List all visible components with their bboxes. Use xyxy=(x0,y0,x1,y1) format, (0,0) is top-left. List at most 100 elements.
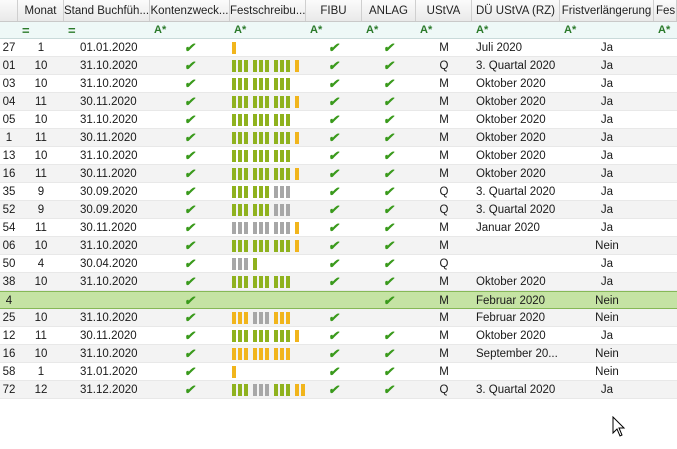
cell-due-ustva-text: Oktober 2020 xyxy=(476,132,546,144)
col-header-ustva[interactable]: UStVA xyxy=(416,0,472,21)
table-row[interactable]: 27 1 01.01.2020 ✔ ✔ ✔ M Juli 2020 Ja xyxy=(0,39,677,57)
filter-text-icon[interactable]: A* xyxy=(472,24,488,36)
table-row[interactable]: 25 10 31.10.2020 ✔ ✔ M Februar 2020 Nein xyxy=(0,309,677,327)
checkmark-icon: ✔ xyxy=(183,202,198,217)
table-row[interactable]: 16 10 31.10.2020 ✔ ✔ ✔ M September 20... Nein xyxy=(0,345,677,363)
col-header-fibu[interactable]: FIBU xyxy=(306,0,362,21)
checkmark-icon: ✔ xyxy=(382,328,397,343)
cell-stand: 30.11.2020 xyxy=(64,129,150,146)
filter-text-icon[interactable]: A* xyxy=(560,24,576,36)
status-bar-segment xyxy=(286,114,290,126)
cell-anlag: ✔ xyxy=(362,93,416,110)
table-row[interactable]: 03 10 31.10.2020 ✔ ✔ ✔ M Oktober 2020 Ja xyxy=(0,75,677,93)
col-header-stand[interactable]: Stand Buchfüh... xyxy=(64,0,150,21)
cell-ustva: M xyxy=(416,165,472,182)
table-row[interactable]: 01 10 31.10.2020 ✔ ✔ ✔ Q 3. Quartal 2020 Ja xyxy=(0,57,677,75)
cell-fibu: ✔ xyxy=(306,75,362,92)
status-bar-segment xyxy=(232,330,236,342)
cell-fibu: ✔ xyxy=(306,309,362,326)
filter-text-icon[interactable]: A* xyxy=(306,24,322,36)
table-row[interactable]: 1 11 30.11.2020 ✔ ✔ ✔ M Oktober 2020 Ja xyxy=(0,129,677,147)
status-bar-segment xyxy=(274,186,278,198)
checkmark-icon: ✔ xyxy=(183,148,198,163)
status-bar-segment xyxy=(244,168,248,180)
status-bar-segment xyxy=(244,276,248,288)
cell-due-ustva-text: Oktober 2020 xyxy=(476,330,546,342)
festschreibung-status-bars xyxy=(230,219,306,236)
checkmark-icon: ✔ xyxy=(382,58,397,73)
cell-id: 35 xyxy=(0,183,18,200)
filter-text-icon[interactable]: A* xyxy=(654,24,670,36)
status-bar-segment xyxy=(253,132,257,144)
checkmark-icon: ✔ xyxy=(327,94,342,109)
table-row[interactable]: 16 11 30.11.2020 ✔ ✔ ✔ M Oktober 2020 Ja xyxy=(0,165,677,183)
table-row[interactable]: 12 11 30.11.2020 ✔ ✔ ✔ M Oktober 2020 Ja xyxy=(0,327,677,345)
col-header-monat[interactable]: Monat xyxy=(18,0,64,21)
filter-equals-icon[interactable]: = xyxy=(64,23,76,38)
table-row[interactable]: 52 9 30.09.2020 ✔ ✔ ✔ Q 3. Quartal 2020 Ja xyxy=(0,201,677,219)
table-row[interactable]: 04 11 30.11.2020 ✔ ✔ ✔ M Oktober 2020 Ja xyxy=(0,93,677,111)
status-bar-segment xyxy=(232,78,236,90)
status-bar-segment xyxy=(265,276,269,288)
table-row[interactable]: 13 10 31.10.2020 ✔ ✔ ✔ M Oktober 2020 Ja xyxy=(0,147,677,165)
table-row[interactable]: 50 4 30.04.2020 ✔ ✔ ✔ Q Ja xyxy=(0,255,677,273)
cell-fristverlaengerung: Ja xyxy=(560,75,654,92)
status-bar-segment xyxy=(274,276,278,288)
status-bar-segment xyxy=(274,114,278,126)
cell-kontenzweck: ✔ xyxy=(150,363,230,380)
table-row[interactable]: 38 10 31.10.2020 ✔ ✔ ✔ M Oktober 2020 Ja xyxy=(0,273,677,291)
cell-fibu: ✔ xyxy=(306,327,362,344)
cell-stand-text: 31.10.2020 xyxy=(80,312,138,324)
table-row[interactable]: 06 10 31.10.2020 ✔ ✔ ✔ M Nein xyxy=(0,237,677,255)
checkmark-icon: ✔ xyxy=(183,220,198,235)
col-header-anlag[interactable]: ANLAG xyxy=(362,0,416,21)
filter-text-icon[interactable]: A* xyxy=(362,24,378,36)
col-header-due-ustva[interactable]: DÜ UStVA (RZ) xyxy=(472,0,560,21)
status-bar-segment xyxy=(244,330,248,342)
col-header-festschreibung[interactable]: Festschreibu... xyxy=(230,0,306,21)
checkmark-icon: ✔ xyxy=(382,184,397,199)
table-row[interactable]: 54 11 30.11.2020 ✔ ✔ ✔ M Januar 2020 Ja xyxy=(0,219,677,237)
status-bar-segment xyxy=(265,168,269,180)
col-header-id[interactable] xyxy=(0,0,18,21)
cell-monat-text: 12 xyxy=(34,384,48,396)
checkmark-icon: ✔ xyxy=(327,364,342,379)
status-bar-segment xyxy=(232,276,236,288)
status-bar-segment xyxy=(238,384,242,396)
cell-ustva-text: M xyxy=(439,96,449,108)
cell-monat-text: 10 xyxy=(34,348,48,360)
filter-text-icon[interactable]: A* xyxy=(150,24,166,36)
status-bar-segment xyxy=(238,60,242,72)
table-row[interactable]: 72 12 31.12.2020 ✔ ✔ ✔ Q 3. Quartal 2020 Ja xyxy=(0,381,677,399)
table-row[interactable]: 05 10 31.10.2020 ✔ ✔ ✔ M Oktober 2020 Ja xyxy=(0,111,677,129)
filter-text-icon[interactable]: A* xyxy=(416,24,432,36)
cell-stand-text: 30.11.2020 xyxy=(80,222,137,234)
status-bar-segment xyxy=(265,240,269,252)
status-bar-segment xyxy=(259,150,263,162)
cell-id: 06 xyxy=(0,237,18,254)
col-header-kontenzweck[interactable]: Kontenzweck... xyxy=(150,0,230,21)
status-bar-segment xyxy=(265,186,269,198)
cell-id: 03 xyxy=(0,75,18,92)
status-bar-segment xyxy=(259,204,263,216)
cell-monat: 10 xyxy=(18,75,64,92)
col-header-fes[interactable]: Fes xyxy=(654,0,677,21)
cell-id-text: 50 xyxy=(2,258,16,270)
filter-text-icon[interactable]: A* xyxy=(230,24,246,36)
cell-id-text: 54 xyxy=(2,222,16,234)
status-bar-segment xyxy=(238,240,242,252)
col-header-fristverlaengerung[interactable]: Fristverlängerung xyxy=(560,0,654,21)
table-row[interactable]: 58 1 31.01.2020 ✔ ✔ ✔ M Nein xyxy=(0,363,677,381)
table-row[interactable]: 35 9 30.09.2020 ✔ ✔ ✔ Q 3. Quartal 2020 Ja xyxy=(0,183,677,201)
cell-stand: 31.10.2020 xyxy=(64,237,150,254)
checkmark-icon: ✔ xyxy=(382,76,397,91)
cell-monat-text: 11 xyxy=(35,330,47,342)
status-bar-segment xyxy=(286,240,290,252)
cell-id-text: 03 xyxy=(2,78,16,90)
table-row[interactable]: 4 ✔ ✔ M Februar 2020 Nein xyxy=(0,291,677,309)
cell-fristverlaengerung-text: Ja xyxy=(600,60,614,72)
cell-fristverlaengerung: Ja xyxy=(560,93,654,110)
checkmark-icon: ✔ xyxy=(183,58,198,73)
filter-equals-icon[interactable]: = xyxy=(18,23,30,38)
cell-id-text: 05 xyxy=(2,114,16,126)
